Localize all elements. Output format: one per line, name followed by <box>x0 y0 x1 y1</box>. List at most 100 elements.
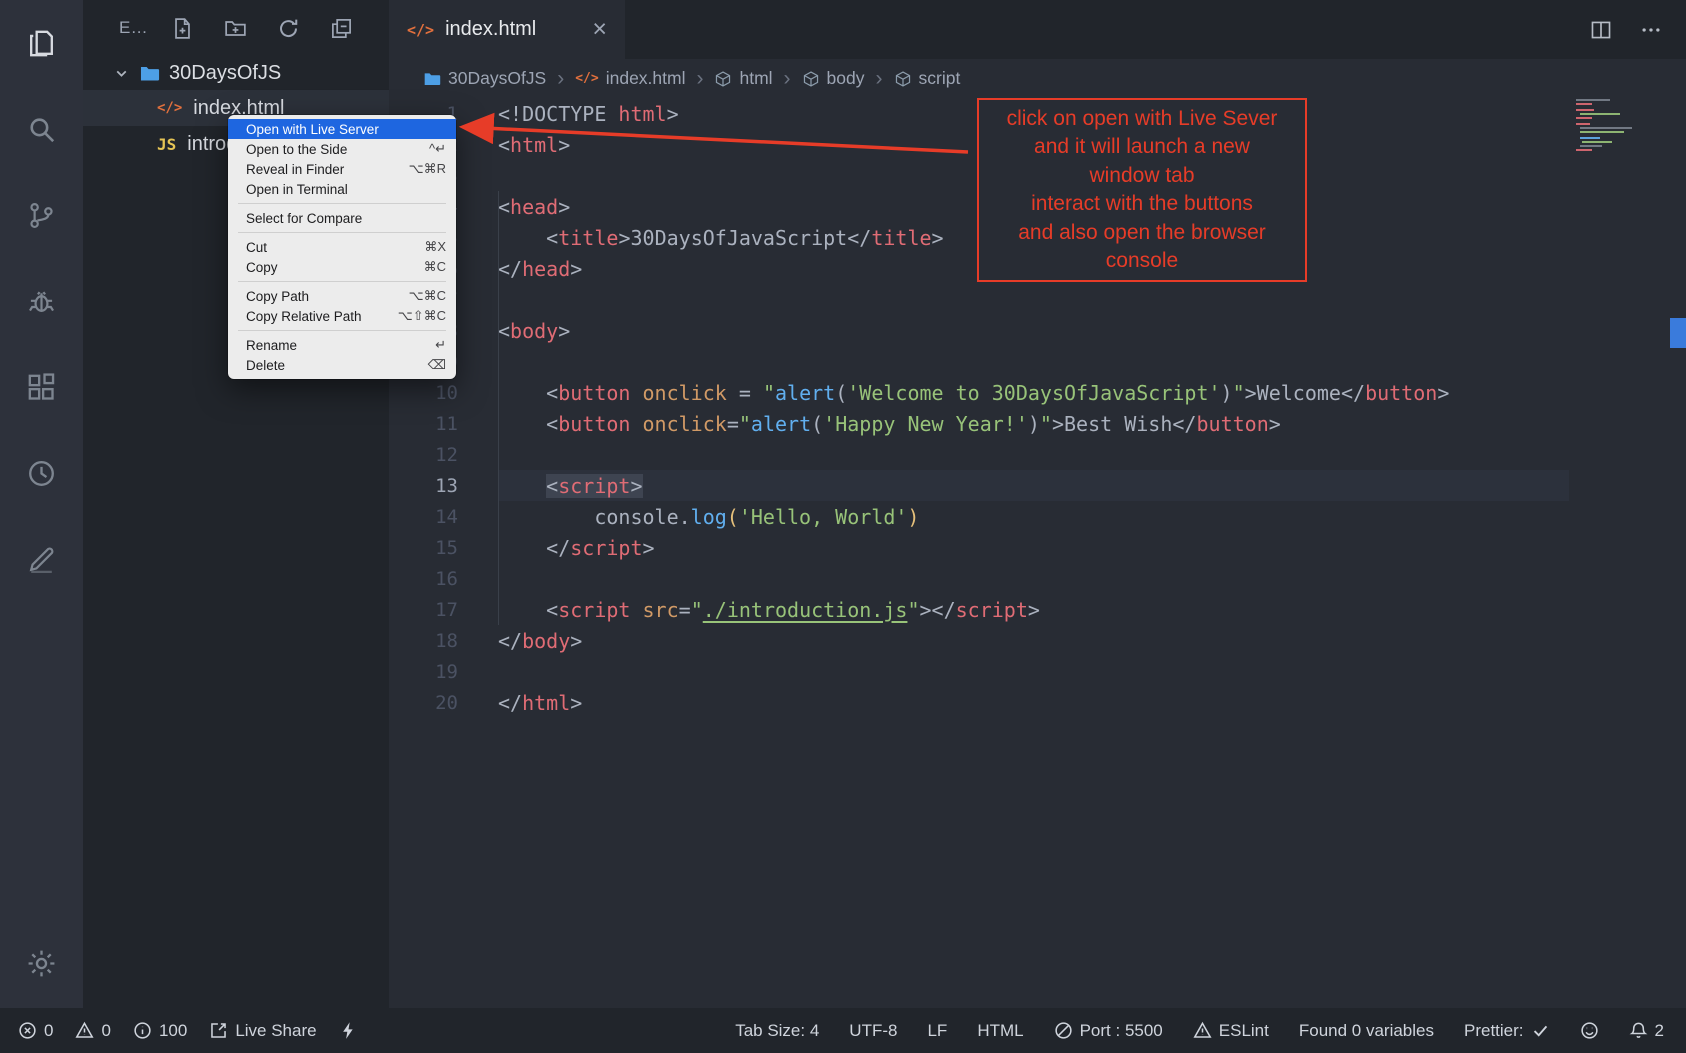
warning-icon <box>1193 1021 1212 1040</box>
breadcrumb-separator: › <box>557 67 564 91</box>
code-line-9: 9 <box>389 346 1686 377</box>
code-line-11: 11 <button onclick="alert('Happy New Yea… <box>389 408 1686 439</box>
status-bar-right: Tab Size: 4 UTF-8 LF HTML Port : 5500 ESLint F… <box>735 1021 1664 1041</box>
code-line-8: 8<body> <box>389 315 1686 346</box>
menu-separator <box>238 281 446 282</box>
settings-icon[interactable] <box>0 920 83 1006</box>
status-notifications[interactable]: 2 <box>1629 1021 1664 1041</box>
tab-label: index.html <box>445 18 536 41</box>
code-line-10: 10 <button onclick = "alert('Welcome to … <box>389 377 1686 408</box>
status-eol[interactable]: LF <box>927 1021 947 1041</box>
activity-bar-top <box>0 0 83 602</box>
breadcrumb-separator: › <box>876 67 883 91</box>
explorer-actions <box>171 17 353 40</box>
status-errors[interactable]: 0 <box>18 1021 53 1041</box>
tab-close-icon[interactable]: × <box>592 17 607 42</box>
editor-actions <box>1590 0 1686 59</box>
menu-separator <box>238 232 446 233</box>
search-icon[interactable] <box>0 86 83 172</box>
menu-separator <box>238 203 446 204</box>
breadcrumb-script[interactable]: script <box>894 68 961 89</box>
cube-icon <box>802 70 820 88</box>
vscode-window: { "colors":{ "annotation_red":"#e73c28",… <box>0 0 1686 1053</box>
menu-item-copy[interactable]: Copy⌘C <box>228 257 456 277</box>
explorer-icon[interactable] <box>0 0 83 86</box>
menu-item-open-with-live-server[interactable]: Open with Live Server <box>228 119 456 139</box>
source-control-icon[interactable] <box>0 172 83 258</box>
status-language-mode[interactable]: HTML <box>977 1021 1023 1041</box>
folder-name: 30DaysOfJS <box>169 62 281 85</box>
menu-item-open-to-the-side[interactable]: Open to the Side^↵ <box>228 139 456 159</box>
menu-item-delete[interactable]: Delete⌫ <box>228 355 456 375</box>
breadcrumb-separator: › <box>784 67 791 91</box>
menu-item-select-for-compare[interactable]: Select for Compare <box>228 208 456 228</box>
activity-bar <box>0 0 83 1008</box>
refresh-icon[interactable] <box>277 17 300 40</box>
code-line-15: 15 </script> <box>389 532 1686 563</box>
status-eslint[interactable]: ESLint <box>1193 1021 1269 1041</box>
status-variables[interactable]: Found 0 variables <box>1299 1021 1434 1041</box>
chevron-down-icon <box>113 65 130 82</box>
indent-guide <box>498 191 499 625</box>
breadcrumb: 30DaysOfJS›</>index.html›html›body›scrip… <box>389 59 1686 98</box>
code-line-18: 18</body> <box>389 625 1686 656</box>
history-icon[interactable] <box>0 430 83 516</box>
smiley-icon <box>1580 1021 1599 1040</box>
collapse-all-icon[interactable] <box>330 17 353 40</box>
context-menu: Open with Live ServerOpen to the Side^↵R… <box>228 115 456 379</box>
warning-icon <box>75 1021 94 1040</box>
breadcrumb-index.html[interactable]: </>index.html <box>575 68 685 89</box>
status-live-share[interactable]: Live Share <box>209 1021 316 1041</box>
activity-bar-bottom <box>0 920 83 1006</box>
breadcrumb-30DaysOfJS[interactable]: 30DaysOfJS <box>423 68 546 89</box>
code-line-19: 19 <box>389 656 1686 687</box>
port-icon <box>1054 1021 1073 1040</box>
folder-icon <box>423 70 441 88</box>
cube-icon <box>894 70 912 88</box>
status-encoding[interactable]: UTF-8 <box>849 1021 897 1041</box>
tab-bar: </> index.html × <box>389 0 1686 59</box>
new-folder-icon[interactable] <box>224 17 247 40</box>
status-warnings[interactable]: 0 <box>75 1021 110 1041</box>
debug-icon[interactable] <box>0 258 83 344</box>
menu-separator <box>238 330 446 331</box>
pen-icon[interactable] <box>0 516 83 602</box>
code-line-20: 20</html> <box>389 687 1686 718</box>
code-line-14: 14 console.log('Hello, World') <box>389 501 1686 532</box>
tab-index-html[interactable]: </> index.html × <box>389 0 625 59</box>
status-bar-left: 0 0 100 Live Share <box>18 1021 358 1041</box>
menu-item-reveal-in-finder[interactable]: Reveal in Finder⌥⌘R <box>228 159 456 179</box>
menu-item-open-in-terminal[interactable]: Open in Terminal <box>228 179 456 199</box>
status-info[interactable]: 100 <box>133 1021 187 1041</box>
code-line-12: 12 <box>389 439 1686 470</box>
code-line-16: 16 <box>389 563 1686 594</box>
menu-item-copy-path[interactable]: Copy Path⌥⌘C <box>228 286 456 306</box>
menu-item-copy-relative-path[interactable]: Copy Relative Path⌥⇧⌘C <box>228 306 456 326</box>
cube-icon <box>714 70 732 88</box>
status-quick-action-bolt[interactable] <box>339 1021 358 1040</box>
split-editor-icon[interactable] <box>1590 19 1612 41</box>
info-icon <box>133 1021 152 1040</box>
scrollbar-indicator[interactable] <box>1670 318 1686 348</box>
status-port[interactable]: Port : 5500 <box>1054 1021 1163 1041</box>
menu-item-rename[interactable]: Rename↵ <box>228 335 456 355</box>
annotation-box: click on open with Live Sever and it wil… <box>977 98 1307 282</box>
status-bar: 0 0 100 Live Share Tab Size: 4 UTF-8 LF HTML Po… <box>0 1008 1686 1053</box>
html-file-icon: </> <box>157 100 182 116</box>
menu-item-cut[interactable]: Cut⌘X <box>228 237 456 257</box>
status-feedback-smiley[interactable] <box>1580 1021 1599 1040</box>
check-icon <box>1531 1021 1550 1040</box>
status-tab-size[interactable]: Tab Size: 4 <box>735 1021 819 1041</box>
explorer-header: E… <box>83 0 389 56</box>
minimap[interactable] <box>1574 97 1666 155</box>
code-line-13: 13 <script> <box>389 470 1686 501</box>
breadcrumb-html[interactable]: html <box>714 68 772 89</box>
more-actions-icon[interactable] <box>1640 19 1662 41</box>
extensions-icon[interactable] <box>0 344 83 430</box>
folder-row-30DaysOfJS[interactable]: 30DaysOfJS <box>83 56 389 90</box>
code-icon: </> <box>575 71 598 86</box>
new-file-icon[interactable] <box>171 17 194 40</box>
status-prettier[interactable]: Prettier: <box>1464 1021 1550 1041</box>
code-line-7: 7 <box>389 284 1686 315</box>
breadcrumb-body[interactable]: body <box>802 68 865 89</box>
